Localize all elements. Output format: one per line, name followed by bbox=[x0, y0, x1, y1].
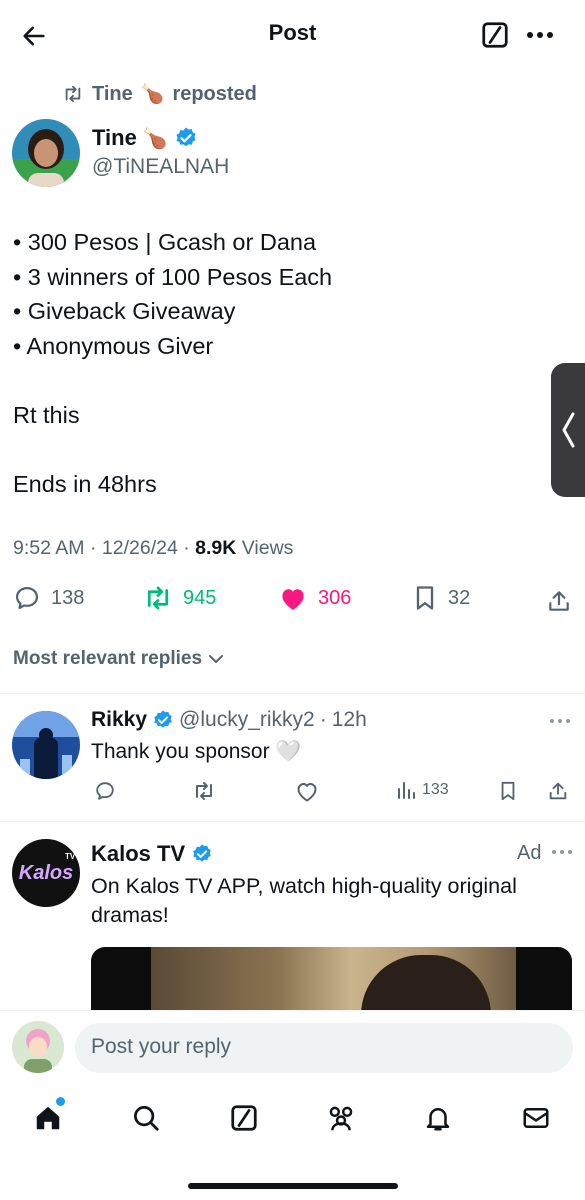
share-icon[interactable] bbox=[544, 586, 574, 616]
repost-label: reposted bbox=[172, 82, 257, 105]
more-options-icon[interactable] bbox=[522, 20, 558, 50]
post-line: Ends in 48hrs bbox=[13, 470, 157, 497]
verified-badge-icon bbox=[174, 126, 198, 150]
post-date: 12/26/24 bbox=[101, 537, 178, 559]
like-count: 306 bbox=[318, 586, 352, 609]
ad-text-line: dramas! bbox=[91, 903, 169, 927]
search-icon[interactable] bbox=[128, 1101, 164, 1135]
reply-author-name: Rikky bbox=[91, 708, 148, 731]
ad-text: On Kalos TV APP, watch high-quality orig… bbox=[91, 872, 517, 930]
author-avatar[interactable] bbox=[12, 119, 80, 187]
top-bar: Post bbox=[0, 0, 585, 70]
home-indicator bbox=[188, 1183, 398, 1189]
replies-filter[interactable]: Most relevant replies bbox=[13, 648, 224, 670]
replies-filter-label: Most relevant replies bbox=[13, 648, 203, 669]
home-notification-dot bbox=[56, 1097, 65, 1106]
reply-bookmark-icon[interactable] bbox=[496, 778, 520, 804]
chevron-down-icon bbox=[208, 653, 224, 665]
post-line: • 300 Pesos | Gcash or Dana bbox=[13, 229, 317, 255]
author-name-row[interactable]: Tine 🍗 bbox=[92, 125, 198, 151]
like-action[interactable]: 306 bbox=[278, 584, 351, 612]
ad-avatar[interactable]: Kalos TV bbox=[12, 839, 80, 907]
verified-badge-icon bbox=[191, 843, 213, 865]
reply-repost-icon[interactable] bbox=[190, 778, 218, 804]
grok-icon[interactable] bbox=[478, 18, 512, 52]
post-line bbox=[13, 432, 332, 467]
post-time: 9:52 AM bbox=[13, 537, 85, 559]
post-line bbox=[13, 363, 332, 398]
reply-age: 12h bbox=[331, 708, 367, 731]
repost-action[interactable]: 945 bbox=[143, 584, 216, 612]
reply-handle: @lucky_rikky2 bbox=[179, 708, 315, 731]
reply-views[interactable]: 133 bbox=[396, 780, 449, 800]
reply-views-count: 133 bbox=[422, 781, 449, 798]
bookmark-action[interactable]: 32 bbox=[412, 584, 470, 612]
repost-context[interactable]: Tine 🍗 reposted bbox=[62, 82, 257, 106]
ad-header[interactable]: Kalos TV bbox=[91, 841, 213, 867]
author-handle[interactable]: @TiNEALNAH bbox=[92, 155, 229, 179]
bookmark-count: 32 bbox=[448, 586, 471, 609]
post-line: Rt this bbox=[13, 401, 80, 428]
reply-avatar[interactable] bbox=[12, 711, 80, 779]
author-emoji: 🍗 bbox=[142, 127, 168, 150]
author-name: Tine bbox=[92, 125, 137, 150]
post-body: • 300 Pesos | Gcash or Dana • 3 winners … bbox=[13, 225, 332, 501]
repost-count: 945 bbox=[183, 586, 217, 609]
ad-author-name: Kalos TV bbox=[91, 841, 186, 866]
reply-header[interactable]: Rikky @lucky_rikky2 · 12h bbox=[91, 708, 367, 732]
home-icon[interactable] bbox=[30, 1101, 66, 1135]
repost-icon bbox=[143, 584, 173, 612]
meta-separator: · bbox=[319, 708, 327, 731]
reply-text: Thank you sponsor 🤍 bbox=[91, 740, 302, 763]
reply-comment-icon[interactable] bbox=[92, 778, 118, 804]
ad-more-icon[interactable] bbox=[550, 845, 574, 859]
divider bbox=[0, 693, 585, 694]
reply-action[interactable]: 138 bbox=[13, 584, 84, 612]
heart-icon bbox=[278, 584, 308, 612]
ad-text-line: On Kalos TV APP, watch high-quality orig… bbox=[91, 874, 517, 898]
ad-logo-text: Kalos bbox=[18, 861, 74, 884]
communities-icon[interactable] bbox=[323, 1101, 359, 1135]
meta-separator: · bbox=[183, 537, 196, 559]
views-label: Views bbox=[241, 537, 294, 559]
ad-logo: Kalos TV bbox=[18, 852, 75, 885]
views-count[interactable]: 8.9K bbox=[195, 537, 236, 559]
my-avatar[interactable] bbox=[12, 1021, 64, 1073]
repost-user-emoji: 🍗 bbox=[140, 84, 165, 105]
reply-more-icon[interactable] bbox=[546, 713, 574, 729]
repost-user: Tine bbox=[92, 82, 133, 105]
post-line: • Giveback Giveaway bbox=[13, 298, 236, 324]
grok-tab-icon[interactable] bbox=[226, 1101, 262, 1135]
divider bbox=[0, 821, 585, 822]
bookmark-icon bbox=[412, 584, 438, 612]
post-line: • 3 winners of 100 Pesos Each bbox=[13, 263, 333, 290]
repost-icon bbox=[62, 84, 84, 104]
post-meta: 9:52 AM · 12/26/24 · 8.9K Views bbox=[13, 537, 293, 560]
reply-input[interactable]: Post your reply bbox=[75, 1023, 573, 1073]
ad-logo-tv: TV bbox=[65, 851, 76, 861]
side-panel-handle[interactable] bbox=[551, 363, 585, 497]
reply-share-icon[interactable] bbox=[546, 778, 570, 804]
views-bars-icon bbox=[396, 780, 416, 800]
reply-count: 138 bbox=[51, 586, 85, 609]
messages-mail-icon[interactable] bbox=[518, 1101, 554, 1135]
ad-badge: Ad bbox=[517, 842, 542, 864]
verified-badge-icon bbox=[152, 709, 174, 731]
ad-video-thumbnail[interactable] bbox=[91, 947, 572, 1017]
reply-icon bbox=[13, 584, 41, 612]
meta-separator: · bbox=[89, 537, 102, 559]
notifications-bell-icon[interactable] bbox=[420, 1101, 456, 1135]
post-line: • Anonymous Giver bbox=[13, 332, 214, 359]
reply-like-icon[interactable] bbox=[293, 778, 321, 804]
